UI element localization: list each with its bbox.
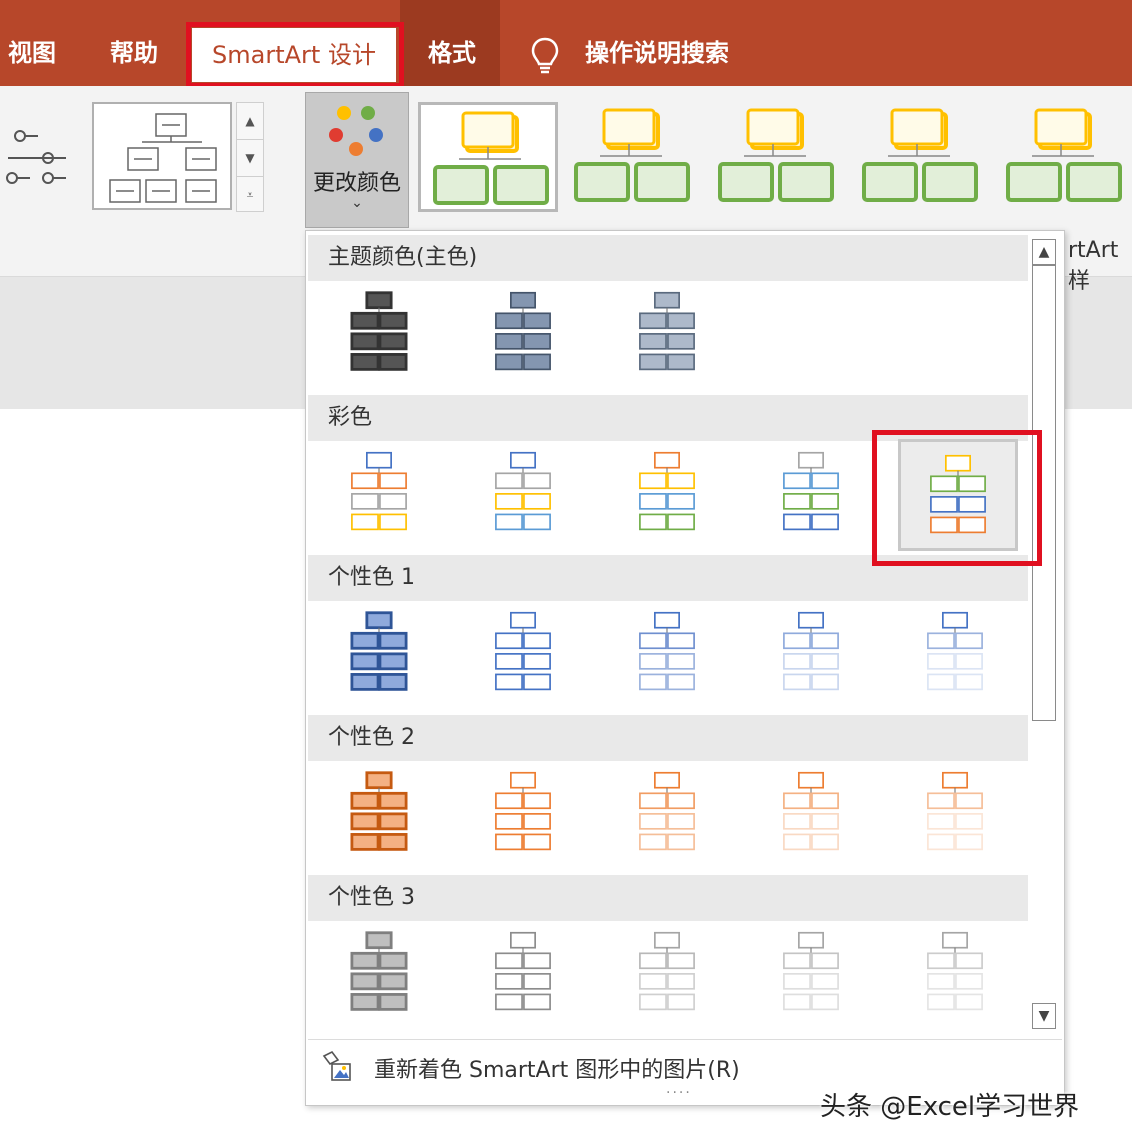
color-swatch-s2-5[interactable] xyxy=(898,439,1018,551)
hierarchy-color-preview-icon xyxy=(495,771,551,851)
smartart-style-3[interactable] xyxy=(706,102,846,212)
hierarchy-color-preview-icon xyxy=(495,291,551,371)
color-swatch-s4-4[interactable] xyxy=(754,759,874,871)
style-preview-icon xyxy=(574,108,690,202)
hierarchy-color-preview-icon xyxy=(783,611,839,691)
lightbulb-icon xyxy=(531,37,559,74)
scroll-up-icon[interactable]: ▲ xyxy=(1032,239,1056,265)
section-header-colorful: 彩色 xyxy=(308,395,1028,441)
color-swatch-s2-4[interactable] xyxy=(754,439,874,551)
color-swatch-s4-1[interactable] xyxy=(322,759,442,871)
scroll-down-icon[interactable]: ▼ xyxy=(237,140,263,177)
scroll-up-icon[interactable]: ▲ xyxy=(237,103,263,140)
hierarchy-color-preview-icon xyxy=(783,931,839,1011)
recolor-pictures-label: 重新着色 SmartArt 图形中的图片(R) xyxy=(374,1058,740,1083)
hierarchy-color-preview-icon xyxy=(495,451,551,531)
hierarchy-color-preview-icon xyxy=(927,611,983,691)
layout-gallery-scroll[interactable]: ▲ ▼ ⩡ xyxy=(236,102,264,212)
change-colors-label: 更改颜色 xyxy=(312,171,401,196)
section-header-accent3: 个性色 3 xyxy=(308,875,1028,921)
color-swatch-s5-3[interactable] xyxy=(610,919,730,1031)
ribbon-tab-bar xyxy=(0,0,1132,86)
hierarchy-color-preview-icon xyxy=(927,931,983,1011)
smartart-style-2[interactable] xyxy=(562,102,702,212)
color-swatch-s3-1[interactable] xyxy=(322,599,442,711)
color-swatch-s2-2[interactable] xyxy=(466,439,586,551)
hierarchy-color-preview-icon xyxy=(350,291,408,371)
change-colors-dropdown: 主题颜色(主色) 彩色 个性色 1 个性色 2 个性色 3 ▲ ▼ 重新着色 S… xyxy=(305,230,1065,1106)
color-swatch-s3-4[interactable] xyxy=(754,599,874,711)
smartart-styles-group-label: rtArt 样 xyxy=(1068,238,1119,294)
color-swatch-s3-2[interactable] xyxy=(466,599,586,711)
change-colors-button[interactable]: 更改颜色 ⌄ xyxy=(305,92,409,228)
style-preview-icon xyxy=(1006,108,1122,202)
style-preview-icon xyxy=(433,111,549,205)
smartart-style-5[interactable] xyxy=(994,102,1132,212)
tab-smartart-design[interactable]: SmartArt 设计 xyxy=(192,28,396,82)
smartart-style-4[interactable] xyxy=(850,102,990,212)
color-swatch-s4-5[interactable] xyxy=(898,759,1018,871)
tab-help[interactable]: 帮助 xyxy=(110,28,158,78)
color-swatch-s1-2[interactable] xyxy=(466,279,586,391)
hierarchy-color-preview-icon xyxy=(930,454,986,534)
color-swatch-s1-1[interactable] xyxy=(322,279,442,391)
color-palette-icon xyxy=(329,106,383,156)
hierarchy-color-preview-icon xyxy=(639,291,695,371)
hierarchy-color-preview-icon xyxy=(783,451,839,531)
tab-format[interactable]: 格式 xyxy=(428,28,476,78)
section-header-accent2: 个性色 2 xyxy=(308,715,1028,761)
tell-me-search[interactable]: 操作说明搜索 xyxy=(585,28,729,78)
layout-thumb-partial-icon[interactable] xyxy=(0,118,80,198)
hierarchy-color-preview-icon xyxy=(639,611,695,691)
color-swatch-s4-3[interactable] xyxy=(610,759,730,871)
color-swatch-s5-4[interactable] xyxy=(754,919,874,1031)
hierarchy-color-preview-icon xyxy=(350,611,408,691)
layout-thumb-hierarchy[interactable] xyxy=(92,102,232,210)
hierarchy-color-preview-icon xyxy=(639,931,695,1011)
color-swatch-s1-3[interactable] xyxy=(610,279,730,391)
color-swatch-s3-3[interactable] xyxy=(610,599,730,711)
hierarchy-color-preview-icon xyxy=(351,451,407,531)
section-header-theme: 主题颜色(主色) xyxy=(308,235,1028,281)
tab-view[interactable]: 视图 xyxy=(8,28,56,78)
color-swatch-s5-2[interactable] xyxy=(466,919,586,1031)
recolor-picture-icon xyxy=(322,1050,351,1081)
smartart-style-1[interactable] xyxy=(418,102,558,212)
color-swatch-s4-2[interactable] xyxy=(466,759,586,871)
color-swatch-s5-5[interactable] xyxy=(898,919,1018,1031)
hierarchy-color-preview-icon xyxy=(639,451,695,531)
hierarchy-color-preview-icon xyxy=(927,771,983,851)
hierarchy-layout-icon xyxy=(109,113,217,203)
watermark: 头条 @Excel学习世界 xyxy=(820,1092,1080,1122)
color-swatch-s3-5[interactable] xyxy=(898,599,1018,711)
hierarchy-color-preview-icon xyxy=(495,931,551,1011)
color-swatch-s2-3[interactable] xyxy=(610,439,730,551)
style-preview-icon xyxy=(718,108,834,202)
gallery-more-icon[interactable]: ⩡ xyxy=(237,177,263,213)
section-header-accent1: 个性色 1 xyxy=(308,555,1028,601)
hierarchy-color-preview-icon xyxy=(350,931,408,1011)
hierarchy-color-preview-icon xyxy=(350,771,408,851)
dropdown-scrollbar[interactable]: ▲ ▼ xyxy=(1030,235,1060,1033)
scroll-thumb[interactable] xyxy=(1032,265,1056,721)
color-swatch-s5-1[interactable] xyxy=(322,919,442,1031)
resize-grip-icon[interactable]: ···· xyxy=(666,1085,692,1101)
hierarchy-color-preview-icon xyxy=(639,771,695,851)
color-swatch-s2-1[interactable] xyxy=(322,439,442,551)
style-preview-icon xyxy=(862,108,978,202)
scroll-down-icon[interactable]: ▼ xyxy=(1032,1003,1056,1029)
chevron-down-icon: ⌄ xyxy=(351,195,363,211)
hierarchy-color-preview-icon xyxy=(783,771,839,851)
hierarchy-color-preview-icon xyxy=(495,611,551,691)
